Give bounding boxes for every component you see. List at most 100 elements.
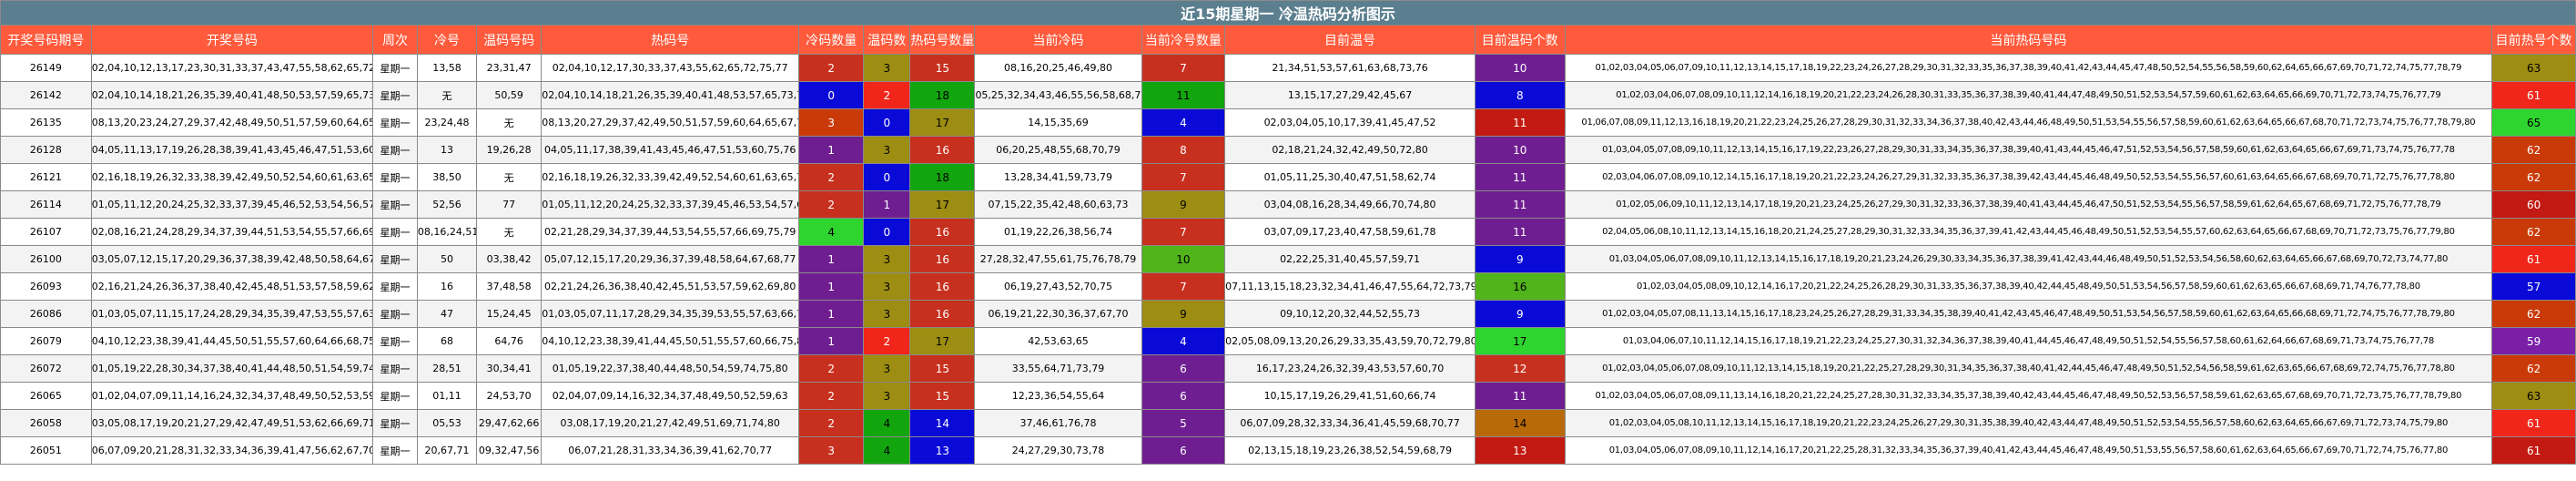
table-row: 26128 04,05,11,13,17,19,26,28,38,39,41,43… [0,136,2576,164]
current-cold-cell: 13,28,34,41,59,73,79 [974,163,1142,191]
header-cell: 冷码数量 [798,25,865,55]
current-hot-cell: 01,03,04,05,06,07,08,09,10,11,12,14,16,1… [1564,436,2493,465]
warm-count-cell: 0 [863,163,911,191]
warm-numbers-cell: 无 [476,163,543,191]
current-warm-count-cell: 8 [1474,81,1566,109]
weekday-cell: 星期一 [372,81,418,109]
issue-cell: 26121 [0,163,92,191]
draw-numbers-cell: 04,05,11,13,17,19,26,28,38,39,41,43,45,4… [90,136,374,164]
current-warm-cell: 09,10,12,20,32,44,52,55,73 [1224,300,1476,328]
warm-count-cell: 3 [863,136,911,164]
cold-numbers-cell: 68 [416,327,478,355]
current-hot-count-cell: 62 [2491,136,2576,164]
warm-count-cell: 1 [863,190,911,219]
current-hot-count-cell: 63 [2491,54,2576,82]
current-cold-cell: 42,53,63,65 [974,327,1142,355]
warm-numbers-cell: 29,47,62,66 [476,409,543,437]
weekday-cell: 星期一 [372,409,418,437]
current-hot-count-cell: 61 [2491,436,2576,465]
current-warm-cell: 02,13,15,18,19,23,26,38,52,54,59,68,79 [1224,436,1476,465]
cold-count-cell: 2 [798,163,865,191]
hot-numbers-cell: 05,07,12,15,17,20,29,36,37,39,48,58,64,6… [541,245,800,273]
current-hot-count-cell: 61 [2491,245,2576,273]
table-row: 26079 04,10,12,23,38,39,41,44,45,50,51,55… [0,327,2576,355]
warm-numbers-cell: 23,31,47 [476,54,543,82]
issue-cell: 26072 [0,354,92,383]
current-hot-cell: 02,03,04,06,07,08,09,10,12,14,15,16,17,1… [1564,163,2493,191]
weekday-cell: 星期一 [372,108,418,137]
warm-count-cell: 3 [863,300,911,328]
warm-numbers-cell: 15,24,45 [476,300,543,328]
current-warm-cell: 16,17,23,24,26,32,39,43,53,57,60,70 [1224,354,1476,383]
current-hot-cell: 01,02,03,04,05,06,07,08,09,11,13,14,16,1… [1564,382,2493,410]
warm-numbers-cell: 无 [476,108,543,137]
cold-count-cell: 3 [798,436,865,465]
warm-count-cell: 4 [863,409,911,437]
issue-cell: 26135 [0,108,92,137]
hot-numbers-cell: 02,04,07,09,14,16,32,34,37,48,49,50,52,5… [541,382,800,410]
hot-numbers-cell: 02,21,24,26,36,38,40,42,45,51,53,57,59,6… [541,272,800,301]
warm-count-cell: 4 [863,436,911,465]
weekday-cell: 星期一 [372,218,418,246]
issue-cell: 26149 [0,54,92,82]
current-hot-count-cell: 61 [2491,81,2576,109]
current-hot-cell: 01,06,07,08,09,11,12,13,16,18,19,20,21,2… [1564,108,2493,137]
current-cold-cell: 12,23,36,54,55,64 [974,382,1142,410]
cold-count-cell: 1 [798,136,865,164]
hot-count-cell: 16 [909,272,976,301]
table-row: 26135 08,13,20,23,24,27,29,37,42,48,49,50… [0,108,2576,137]
hot-count-cell: 13 [909,436,976,465]
header-cell: 热码号数量 [909,25,976,55]
warm-numbers-cell: 37,48,58 [476,272,543,301]
cold-numbers-cell: 20,67,71 [416,436,478,465]
warm-count-cell: 3 [863,382,911,410]
current-cold-count-cell: 4 [1141,108,1226,137]
current-warm-cell: 03,07,09,17,23,40,47,58,59,61,78 [1224,218,1476,246]
current-warm-count-cell: 17 [1474,327,1566,355]
current-cold-cell: 14,15,35,69 [974,108,1142,137]
hot-count-cell: 17 [909,327,976,355]
issue-cell: 26079 [0,327,92,355]
cold-count-cell: 0 [798,81,865,109]
table-row: 26121 02,16,18,19,26,32,33,38,39,42,49,50… [0,163,2576,191]
current-warm-cell: 02,05,08,09,13,20,26,29,33,35,43,59,70,7… [1224,327,1476,355]
header-cell: 目前温号 [1224,25,1476,55]
table-row: 26065 01,02,04,07,09,11,14,16,24,32,34,37… [0,382,2576,410]
hot-numbers-cell: 01,03,05,07,11,17,28,29,34,35,39,53,55,5… [541,300,800,328]
header-cell: 周次 [372,25,418,55]
header-cell: 当前冷号数量 [1141,25,1226,55]
warm-count-cell: 3 [863,245,911,273]
current-cold-count-cell: 6 [1141,436,1226,465]
current-warm-cell: 02,03,04,05,10,17,39,41,45,47,52 [1224,108,1476,137]
current-warm-count-cell: 11 [1474,218,1566,246]
current-cold-cell: 27,28,32,47,55,61,75,76,78,79 [974,245,1142,273]
draw-numbers-cell: 02,04,10,14,18,21,26,35,39,40,41,48,50,5… [90,81,374,109]
issue-cell: 26065 [0,382,92,410]
current-hot-count-cell: 62 [2491,218,2576,246]
current-cold-count-cell: 4 [1141,327,1226,355]
weekday-cell: 星期一 [372,354,418,383]
hot-count-cell: 16 [909,300,976,328]
hot-numbers-cell: 08,13,20,27,29,37,42,49,50,51,57,59,60,6… [541,108,800,137]
draw-numbers-cell: 01,03,05,07,11,15,17,24,28,29,34,35,39,4… [90,300,374,328]
issue-cell: 26086 [0,300,92,328]
issue-cell: 26114 [0,190,92,219]
current-warm-count-cell: 14 [1474,409,1566,437]
warm-numbers-cell: 64,76 [476,327,543,355]
cold-count-cell: 2 [798,190,865,219]
current-cold-count-cell: 9 [1141,190,1226,219]
current-hot-cell: 01,02,03,04,05,08,09,10,12,14,16,17,20,2… [1564,272,2493,301]
weekday-cell: 星期一 [372,163,418,191]
cold-count-cell: 2 [798,54,865,82]
current-cold-cell: 24,27,29,30,73,78 [974,436,1142,465]
current-hot-count-cell: 61 [2491,409,2576,437]
current-hot-count-cell: 63 [2491,382,2576,410]
weekday-cell: 星期一 [372,327,418,355]
current-cold-cell: 08,16,20,25,46,49,80 [974,54,1142,82]
cold-count-cell: 1 [798,327,865,355]
draw-numbers-cell: 02,16,21,24,26,36,37,38,40,42,45,48,51,5… [90,272,374,301]
cold-numbers-cell: 47 [416,300,478,328]
draw-numbers-cell: 02,16,18,19,26,32,33,38,39,42,49,50,52,5… [90,163,374,191]
header-cell: 当前热码号码 [1564,25,2493,55]
hot-numbers-cell: 04,05,11,17,38,39,41,43,45,46,47,51,53,6… [541,136,800,164]
